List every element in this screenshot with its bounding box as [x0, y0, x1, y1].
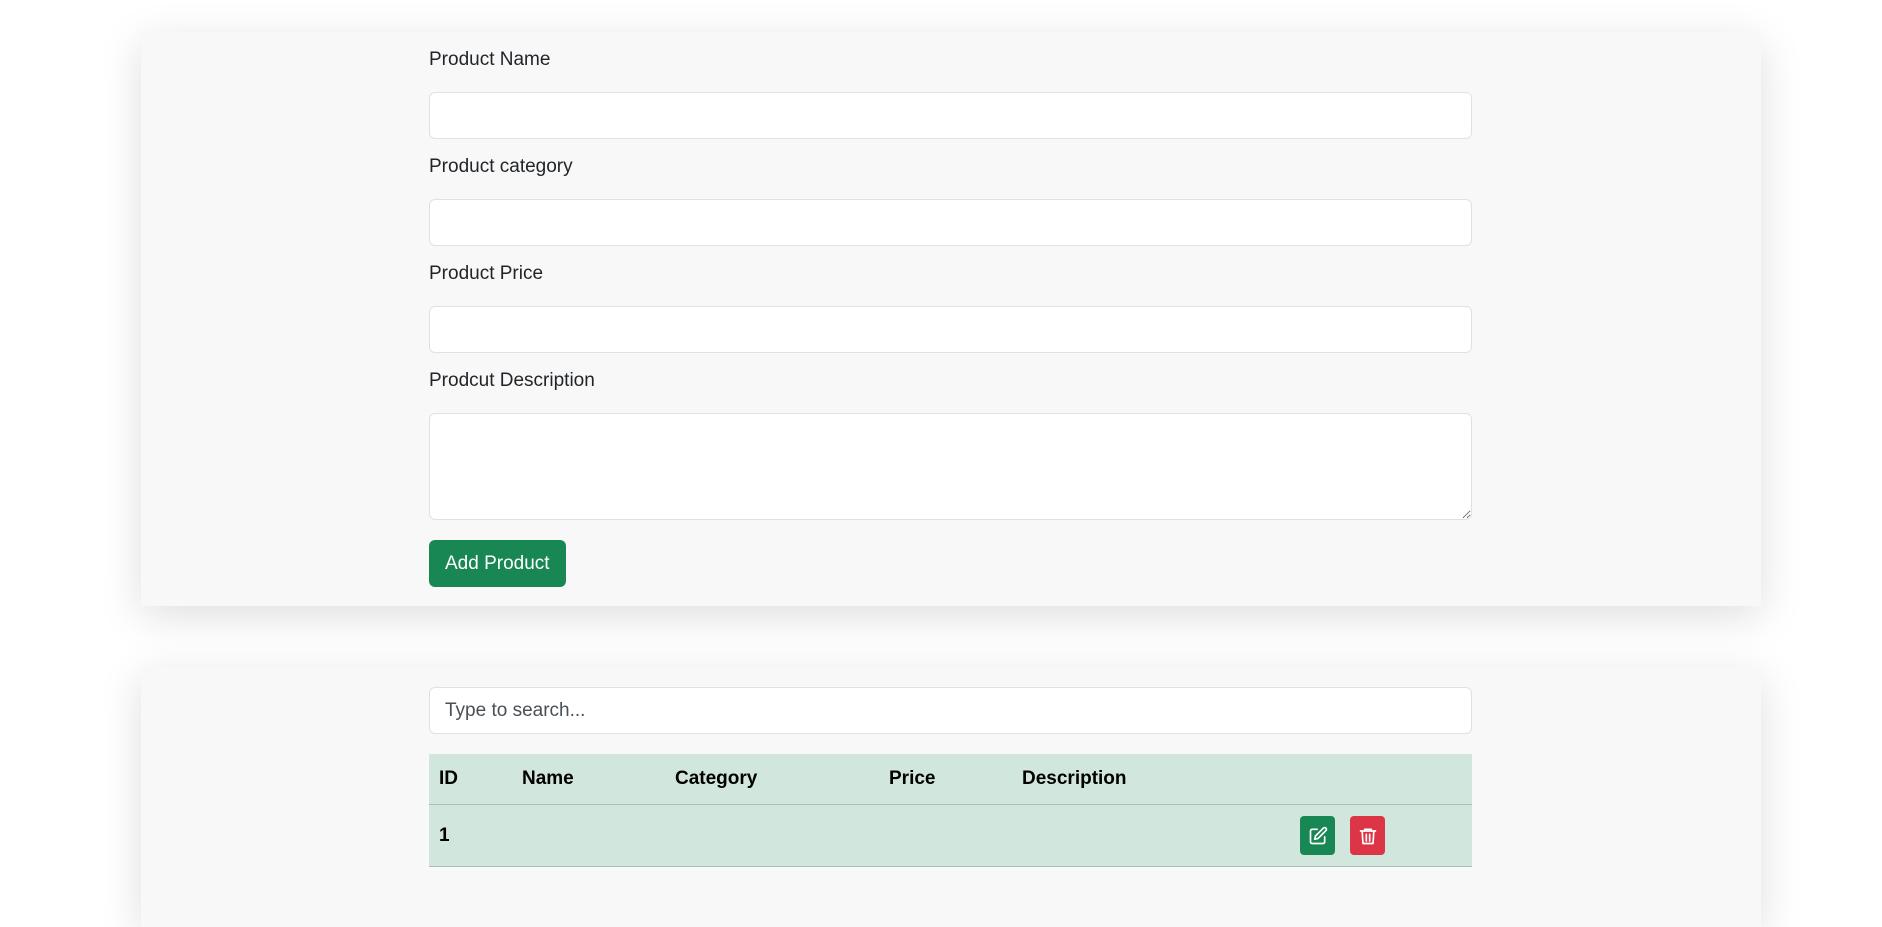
- cell-price: [879, 804, 1012, 867]
- add-product-button[interactable]: Add Product: [429, 540, 566, 587]
- product-category-label: Product category: [429, 156, 573, 177]
- product-name-label: Product Name: [429, 49, 551, 70]
- column-header-description: Description: [1012, 754, 1290, 805]
- edit-icon: [1309, 826, 1327, 844]
- column-header-id: ID: [429, 754, 512, 805]
- cell-category: [665, 804, 879, 867]
- cell-name: [512, 804, 665, 867]
- table-row: 1: [429, 804, 1472, 867]
- search-input[interactable]: [429, 687, 1472, 734]
- product-form: Product Name Product category Product Pr…: [429, 32, 1472, 606]
- products-table: ID Name Category Price Description 1: [429, 754, 1472, 867]
- product-description-textarea[interactable]: [429, 413, 1472, 520]
- product-description-label: Prodcut Description: [429, 370, 595, 391]
- column-header-category: Category: [665, 754, 879, 805]
- column-header-name: Name: [512, 754, 665, 805]
- product-name-input[interactable]: [429, 92, 1472, 139]
- product-list-card: ID Name Category Price Description 1: [141, 667, 1761, 927]
- product-price-input[interactable]: [429, 306, 1472, 353]
- column-header-price: Price: [879, 754, 1012, 805]
- table-header-row: ID Name Category Price Description: [429, 754, 1472, 805]
- edit-button[interactable]: [1300, 816, 1335, 855]
- cell-actions: [1290, 804, 1472, 867]
- cell-id: 1: [429, 804, 512, 867]
- cell-description: [1012, 804, 1290, 867]
- product-category-input[interactable]: [429, 199, 1472, 246]
- product-form-card: Product Name Product category Product Pr…: [141, 32, 1761, 606]
- delete-button[interactable]: [1350, 816, 1386, 855]
- column-header-actions: [1290, 754, 1472, 805]
- trash-icon: [1359, 828, 1377, 844]
- product-price-label: Product Price: [429, 263, 544, 284]
